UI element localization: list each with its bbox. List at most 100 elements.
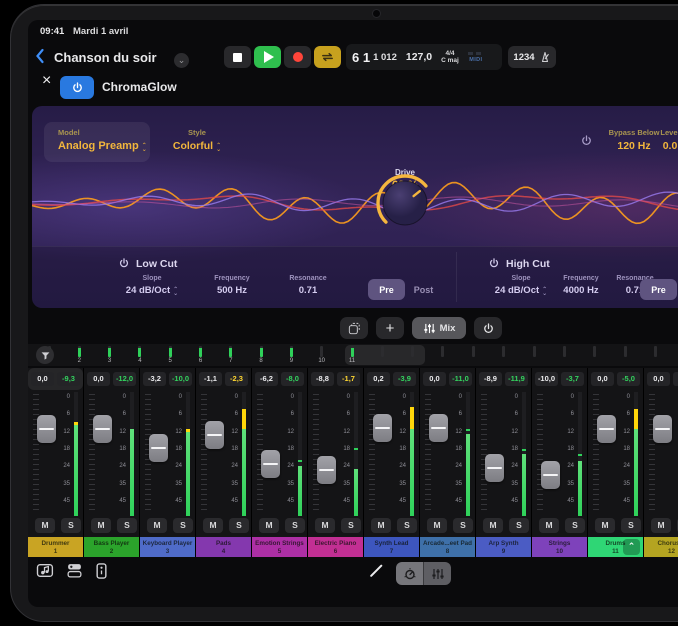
fader-handle[interactable] [261,450,280,478]
solo-button[interactable]: S [509,518,529,533]
play-button[interactable] [254,46,281,68]
fader-handle[interactable] [373,414,392,442]
cycle-button[interactable] [314,46,341,68]
mute-button[interactable]: M [315,518,335,533]
level-control[interactable]: Level 0.0 [640,128,678,152]
pre-button[interactable]: Pre [368,279,405,300]
fader-handle[interactable] [37,415,56,443]
mute-button[interactable]: M [259,518,279,533]
fader-handle[interactable] [149,434,168,462]
low-cut-slope[interactable]: Slope 24 dB/Oct⌃⌄ [120,275,184,296]
close-plugin-button[interactable]: × [42,72,51,90]
track-name-band[interactable]: Drummer1 [28,537,83,557]
solo-button[interactable]: S [117,518,137,533]
device-button[interactable] [95,562,108,580]
edit-button[interactable] [368,562,385,579]
mute-button[interactable]: M [91,518,111,533]
solo-button[interactable]: S [565,518,585,533]
low-cut-frequency[interactable]: Frequency500 Hz [200,275,264,296]
fader-handle[interactable] [653,415,672,443]
low-cut-power-icon[interactable] [118,257,130,269]
track-name-band[interactable]: Bass Player2 [84,537,139,557]
fader-value-readout[interactable]: -8,8 [311,372,334,386]
low-cut-resonance[interactable]: Resonance0.71 [280,275,336,296]
fader-handle[interactable] [429,414,448,442]
browser-button[interactable] [36,562,56,579]
count-in-button[interactable]: 1234 [508,46,556,68]
song-title[interactable]: Chanson du soir [54,50,157,65]
mute-button[interactable]: M [651,518,671,533]
mute-button[interactable]: M [595,518,615,533]
mute-button[interactable]: M [483,518,503,533]
solo-button[interactable]: S [61,518,81,533]
faders-view-button[interactable] [424,562,451,585]
track-name-band[interactable]: Drums11⌃ [588,537,643,557]
solo-button[interactable]: S [453,518,473,533]
fader-handle[interactable] [541,461,560,489]
fader-handle[interactable] [597,415,616,443]
track-name-band[interactable]: Emotion Strings5 [252,537,307,557]
fader-handle[interactable] [317,456,336,484]
high-cut-power-icon[interactable] [488,257,500,269]
solo-button[interactable]: S [621,518,641,533]
high-cut-slope[interactable]: Slope 24 dB/Oct⌃⌄ [490,275,552,296]
solo-button[interactable]: S [341,518,361,533]
solo-button[interactable]: S [229,518,249,533]
fader-value-readout[interactable]: 0,0 [31,372,54,386]
fader-value-readout[interactable]: 0,0 [423,372,446,386]
fader-handle[interactable] [205,421,224,449]
mute-button[interactable]: M [427,518,447,533]
fader-value-readout[interactable]: -1,1 [199,372,222,386]
track-name-band[interactable]: Strings10 [532,537,587,557]
fader-handle[interactable] [485,454,504,482]
solo-button[interactable]: S [397,518,417,533]
model-selector[interactable]: Model Analog Preamp⌃⌄ [44,122,150,162]
bypass-power-icon[interactable] [580,134,593,147]
tempo-readout[interactable]: 127,0 [406,51,432,63]
fader-value-readout[interactable]: 0,0 [87,372,110,386]
mute-button[interactable]: M [35,518,55,533]
track-name-band[interactable]: Arcade...eet Pad8 [420,537,475,557]
mixer-power-button[interactable] [474,317,502,339]
controls-view-button[interactable] [396,562,424,585]
metronome-icon[interactable] [539,51,551,63]
pre-button[interactable]: Pre [640,279,677,300]
solo-button[interactable]: S [285,518,305,533]
fader-value-readout[interactable]: -3,2 [143,372,166,386]
mute-button[interactable]: M [371,518,391,533]
fader-value-readout[interactable]: 0,0 [591,372,614,386]
fader-value-readout[interactable]: 0,0 [647,372,670,386]
track-name-band[interactable]: Synth Lead7 [364,537,419,557]
drive-knob[interactable] [370,168,440,238]
fader-value-readout[interactable]: -10,0 [535,372,558,386]
duplicate-button[interactable] [340,317,368,339]
track-name-band[interactable]: Pads4 [196,537,251,557]
collapse-chevron-icon[interactable]: ⌃ [623,539,640,555]
style-selector[interactable]: Style Colorful⌃⌄ [162,128,232,152]
add-track-button[interactable]: + [376,317,404,339]
lcd-display[interactable]: 6 1 1 012 127,0 4/4 C maj MIDI [346,44,502,70]
solo-button[interactable]: S [173,518,193,533]
track-name-band[interactable]: Keyboard Player3 [140,537,195,557]
mix-mode-button[interactable]: Mix [412,317,466,339]
fader-value-readout[interactable]: -6,2 [255,372,278,386]
mute-button[interactable]: M [203,518,223,533]
back-chevron-icon[interactable] [34,48,45,64]
mute-button[interactable]: M [147,518,167,533]
fader-value-readout[interactable]: -8,9 [479,372,502,386]
track-name-band[interactable]: Arp Synth9 [476,537,531,557]
fader-value-readout[interactable]: 0,2 [367,372,390,386]
song-menu-chevron-icon[interactable]: ⌄ [174,53,189,68]
high-cut-frequency[interactable]: Frequency4000 Hz [550,275,612,296]
filter-button[interactable] [36,346,54,364]
signature-key[interactable]: 4/4 C maj [441,50,459,64]
fader-handle[interactable] [93,415,112,443]
track-name-band[interactable]: Electric Piano6 [308,537,363,557]
track-name-band[interactable]: Chorus V12 [644,537,678,557]
record-button[interactable] [284,46,311,68]
mute-button[interactable]: M [539,518,559,533]
plugin-power-button[interactable] [60,76,94,99]
stop-button[interactable] [224,46,251,68]
post-button[interactable]: Post [405,279,442,300]
library-button[interactable] [66,562,83,579]
